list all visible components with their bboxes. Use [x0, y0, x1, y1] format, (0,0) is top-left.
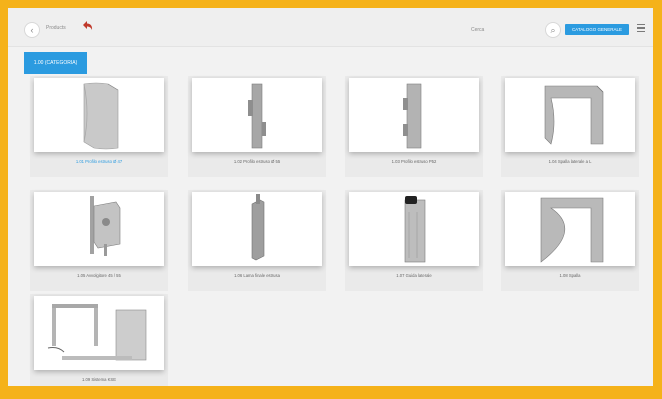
product-label[interactable]: 1.05 Avvolgitore 45 / 55: [30, 273, 168, 278]
product-card[interactable]: 1.08 Spalla: [501, 190, 639, 291]
catalog-button[interactable]: CATALOGO GENERALE: [565, 24, 629, 35]
product-card[interactable]: 1.02 Profilo estruso Ø 55: [188, 76, 326, 177]
hamburger-menu-icon[interactable]: [637, 24, 645, 33]
undo-arrow-icon[interactable]: [80, 20, 94, 34]
search-icon: ⌕: [550, 25, 556, 35]
product-image: [505, 192, 635, 266]
product-label[interactable]: 1.04 Spalla laterale a L: [501, 159, 639, 164]
product-label[interactable]: 1.08 Spalla: [501, 273, 639, 278]
search-label[interactable]: Cerca: [471, 27, 484, 33]
back-icon: ‹: [30, 25, 34, 35]
app-window: ‹ Products Cerca ⌕ CATALOGO GENERALE 1.0…: [8, 8, 653, 386]
search-button[interactable]: ⌕: [545, 22, 561, 38]
product-label[interactable]: 1.01 Profilo estruso Ø 47: [30, 159, 168, 164]
product-image: [34, 192, 164, 266]
product-image: [505, 78, 635, 152]
product-card[interactable]: 1.04 Spalla laterale a L: [501, 76, 639, 177]
product-card[interactable]: 1.09 Sistema KSE: [30, 294, 168, 386]
product-image: [192, 192, 322, 266]
product-card[interactable]: 1.01 Profilo estruso Ø 47: [30, 76, 168, 177]
product-card[interactable]: 1.07 Guida laterale: [345, 190, 483, 291]
product-image: [34, 78, 164, 152]
product-label[interactable]: 1.02 Profilo estruso Ø 55: [188, 159, 326, 164]
product-card[interactable]: 1.05 Avvolgitore 45 / 55: [30, 190, 168, 291]
back-button[interactable]: ‹: [24, 22, 40, 38]
product-image: [349, 78, 479, 152]
breadcrumb[interactable]: Products: [46, 25, 66, 31]
product-image: [192, 78, 322, 152]
product-label[interactable]: 1.07 Guida laterale: [345, 273, 483, 278]
product-image: [349, 192, 479, 266]
product-label[interactable]: 1.09 Sistema KSE: [30, 377, 168, 382]
product-label[interactable]: 1.03 Profilo estruso P52: [345, 159, 483, 164]
product-label[interactable]: 1.06 Lama finale estrusa: [188, 273, 326, 278]
product-card[interactable]: 1.03 Profilo estruso P52: [345, 76, 483, 177]
product-card[interactable]: 1.06 Lama finale estrusa: [188, 190, 326, 291]
category-tab[interactable]: 1.00 (CATEGORIA): [24, 52, 87, 74]
top-bar: ‹ Products Cerca ⌕ CATALOGO GENERALE: [8, 8, 653, 47]
product-image: [34, 296, 164, 370]
